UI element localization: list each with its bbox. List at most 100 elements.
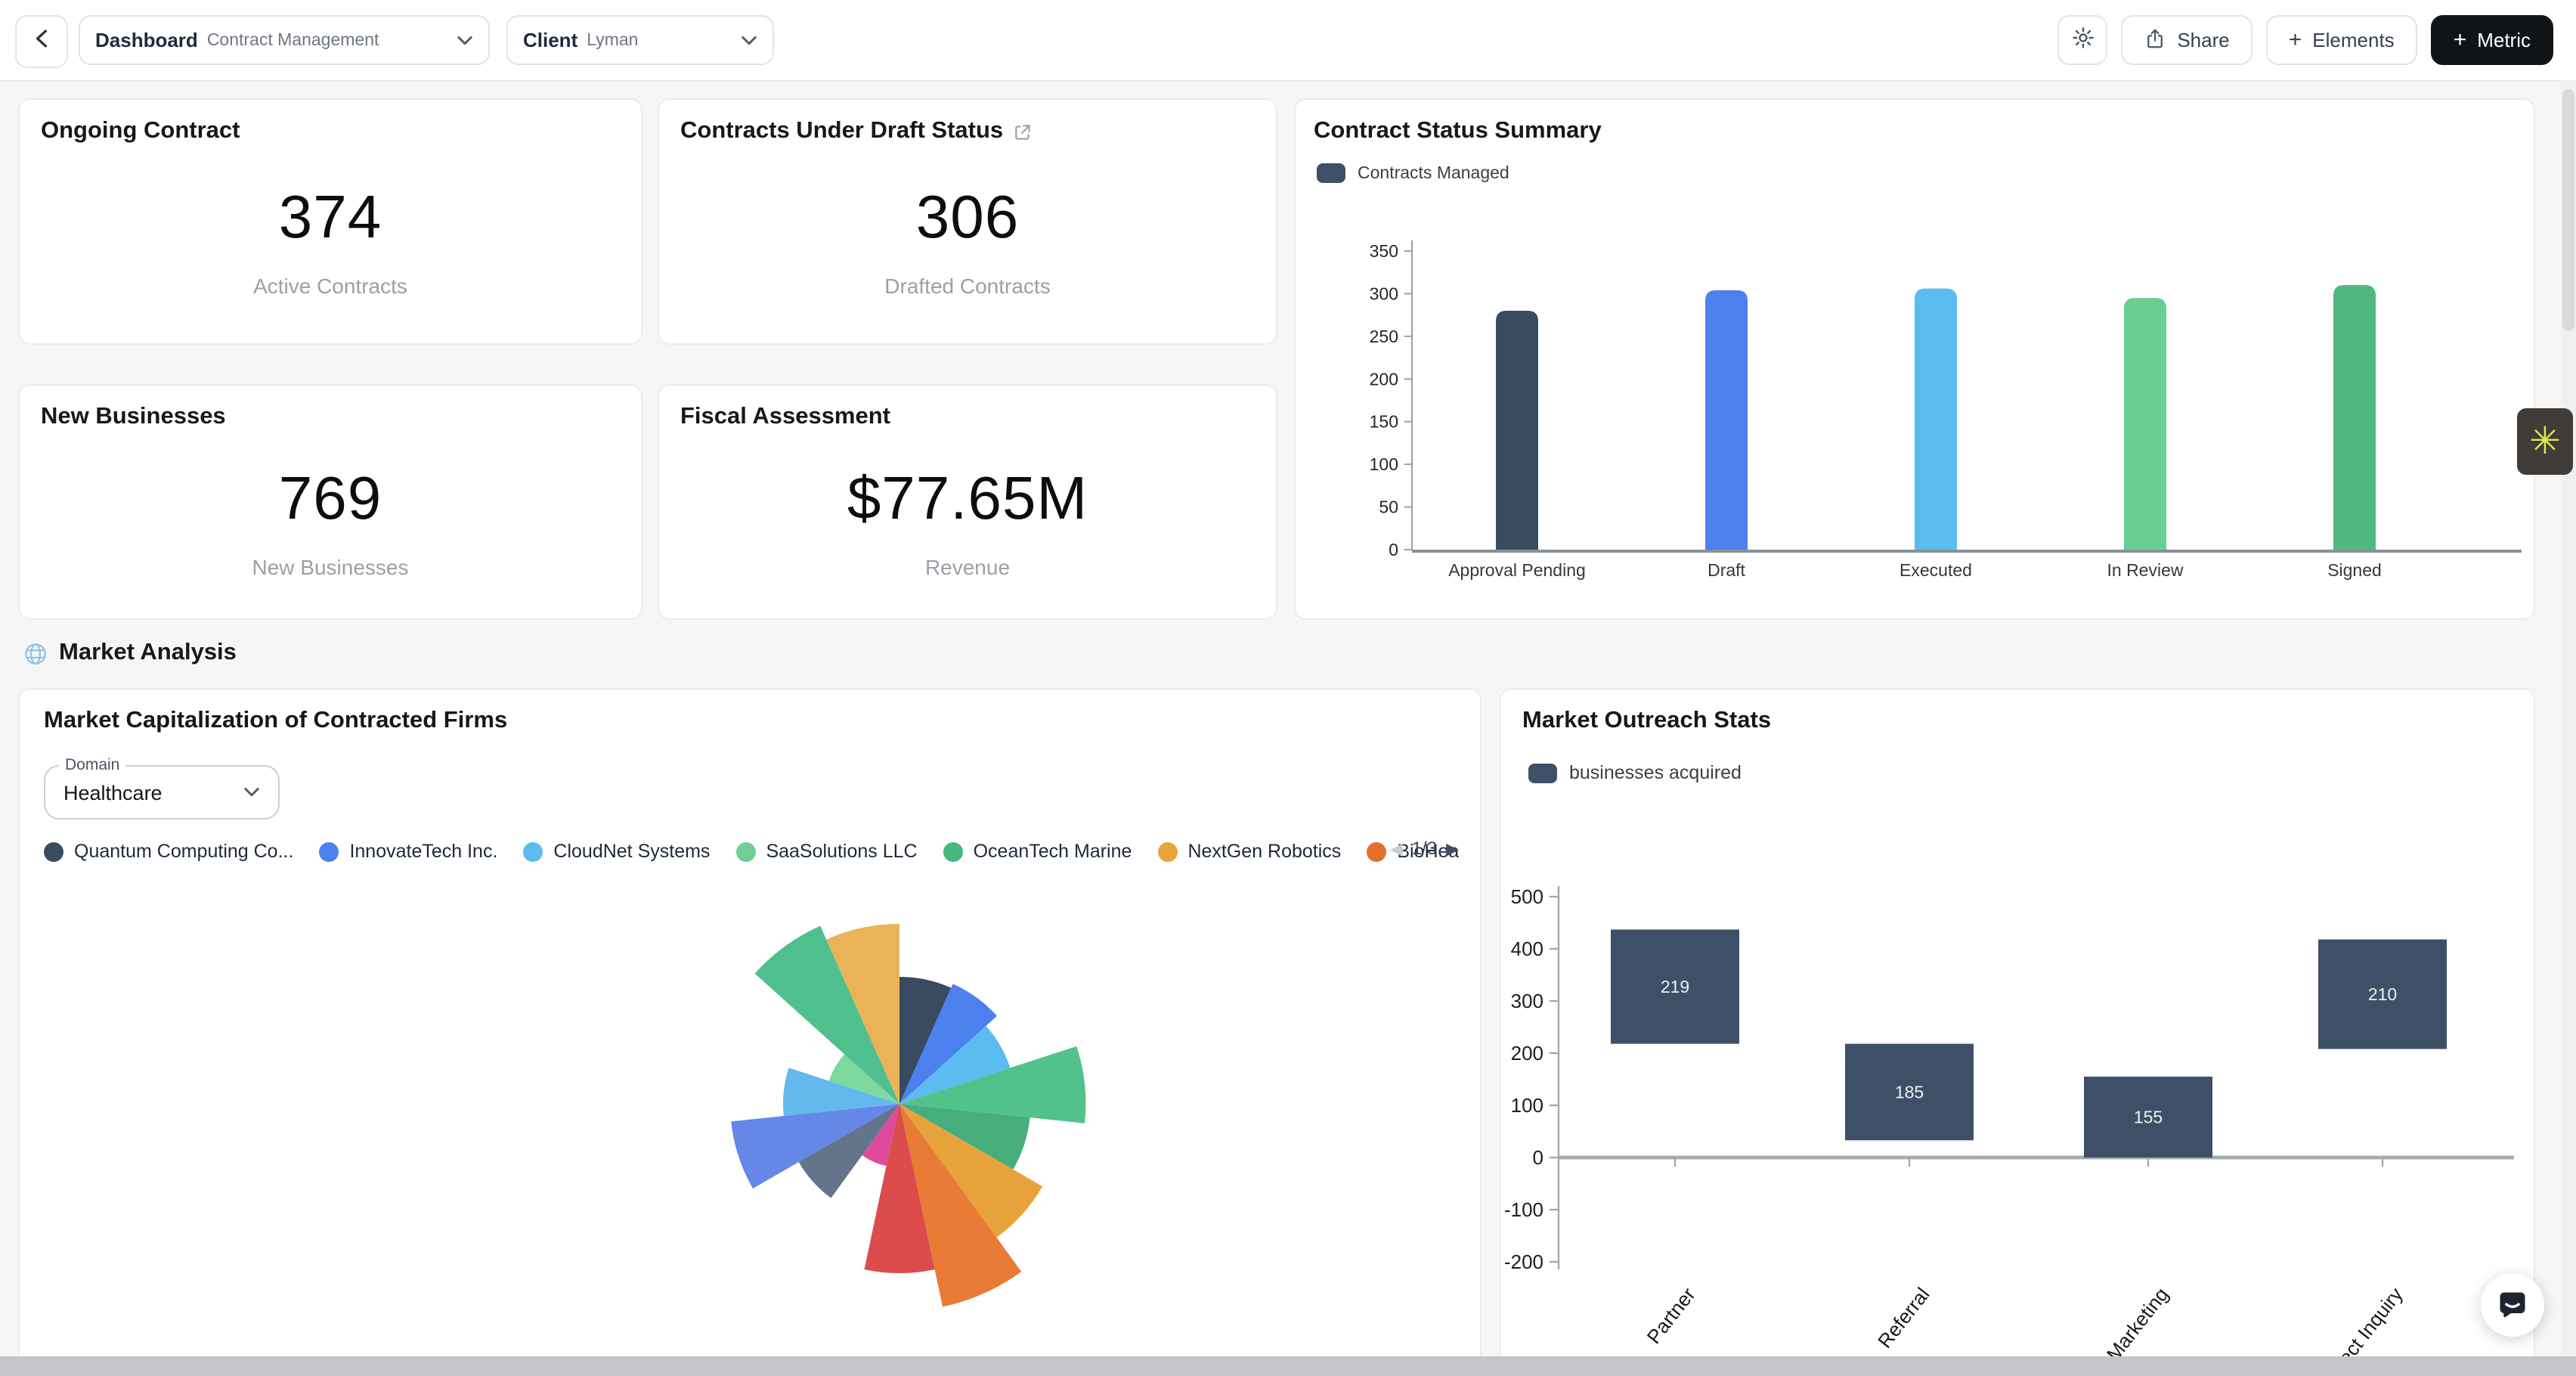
chart-legend[interactable]: businesses acquired: [1528, 762, 1742, 783]
card-market-capitalization: Market Capitalization of Contracted Firm…: [18, 688, 1482, 1376]
section-market-analysis: Market Analysis: [23, 640, 237, 667]
legend-dot-icon: [319, 841, 339, 861]
floating-widget-button[interactable]: ✳: [2517, 408, 2573, 475]
svg-text:100: 100: [1370, 454, 1398, 474]
chevron-down-icon: [457, 34, 473, 46]
chart-title: Contract Status Summary: [1296, 100, 2534, 145]
vertical-scrollbar[interactable]: [2561, 80, 2576, 1356]
asterisk-icon: ✳: [2529, 423, 2561, 460]
legend-item[interactable]: OceanTech Marine: [943, 841, 1132, 862]
legend-label: NextGen Robotics: [1187, 841, 1341, 862]
svg-text:250: 250: [1370, 327, 1398, 346]
card-contract-status-summary: Contract Status Summary Contracts Manage…: [1294, 98, 2535, 620]
chat-launcher-button[interactable]: [2481, 1273, 2544, 1337]
svg-text:200: 200: [1511, 1042, 1543, 1065]
legend-item[interactable]: Quantum Computing Co...: [44, 841, 293, 862]
elements-button[interactable]: + Elements: [2266, 15, 2417, 65]
legend-label: InnovateTech Inc.: [349, 841, 497, 862]
legend-label: businesses acquired: [1569, 762, 1742, 783]
legend-label: OceanTech Marine: [974, 841, 1132, 862]
client-select[interactable]: Client Lyman: [506, 15, 774, 65]
card-title: Contracts Under Draft Status: [680, 118, 1003, 145]
legend-page-indicator: 1/3: [1412, 838, 1437, 859]
svg-text:219: 219: [1661, 977, 1689, 996]
legend-label: SaaSolutions LLC: [766, 841, 917, 862]
metric-value: 374: [279, 184, 382, 253]
svg-text:Referral: Referral: [1873, 1283, 1934, 1352]
domain-select-value: Healthcare: [63, 781, 163, 804]
chevron-down-icon: [243, 786, 260, 798]
card-title: Fiscal Assessment: [659, 386, 1276, 431]
top-bar-actions: Share + Elements + Metric: [2057, 15, 2553, 65]
chevron-down-icon: [741, 34, 757, 46]
external-link-icon[interactable]: [1012, 122, 1032, 141]
chart-title: Market Capitalization of Contracted Firm…: [20, 690, 1480, 735]
share-button[interactable]: Share: [2121, 15, 2252, 65]
chart-legend[interactable]: Contracts Managed: [1317, 163, 1509, 183]
metric-value: 769: [279, 465, 382, 533]
legend-dot-icon: [1367, 841, 1386, 861]
svg-text:Executed: Executed: [1899, 560, 1972, 580]
legend-item[interactable]: CloudNet Systems: [523, 841, 710, 862]
svg-text:Draft: Draft: [1708, 560, 1745, 580]
legend-dot-icon: [523, 841, 543, 861]
legend-dot-icon: [943, 841, 963, 861]
svg-text:Approval Pending: Approval Pending: [1448, 560, 1586, 580]
add-metric-button[interactable]: + Metric: [2431, 15, 2553, 65]
card-title: Ongoing Contract: [20, 100, 641, 145]
legend-dot-icon: [1157, 841, 1177, 861]
svg-text:500: 500: [1511, 885, 1543, 908]
card-market-outreach: Market Outreach Stats businesses acquire…: [1500, 688, 2535, 1376]
legend-chip: [1317, 163, 1345, 183]
back-button[interactable]: [15, 15, 68, 68]
bar-in-review: [2124, 298, 2166, 550]
legend-pagination: ◀ 1/3 ▶: [1390, 838, 1459, 859]
legend-item[interactable]: SaaSolutions LLC: [735, 841, 917, 862]
section-title: Market Analysis: [59, 640, 237, 667]
legend-next-icon[interactable]: ▶: [1446, 838, 1459, 858]
card-title: New Businesses: [20, 386, 641, 431]
card-contracts-under-draft: Contracts Under Draft Status 306 Drafted…: [658, 98, 1277, 345]
client-select-value: Lyman: [587, 31, 638, 49]
contract-status-bar-chart: 050100150200250300350Approval PendingDra…: [1296, 228, 2537, 621]
svg-text:300: 300: [1511, 990, 1543, 1012]
svg-text:200: 200: [1370, 369, 1398, 389]
top-bar: Dashboard Contract Management Client Lym…: [0, 0, 2576, 82]
chart-title: Market Outreach Stats: [1501, 690, 2534, 735]
svg-text:150: 150: [1370, 412, 1398, 432]
legend-label: CloudNet Systems: [553, 841, 710, 862]
dashboard-select-value: Contract Management: [207, 31, 379, 49]
svg-text:-100: -100: [1504, 1198, 1543, 1221]
share-button-label: Share: [2177, 29, 2229, 51]
horizontal-scrollbar[interactable]: [0, 1356, 2576, 1376]
metric-subtitle: Revenue: [925, 554, 1010, 578]
legend-chip: [1528, 763, 1557, 783]
settings-button[interactable]: [2057, 15, 2107, 65]
metric-subtitle: New Businesses: [252, 554, 409, 578]
domain-select-label: Domain: [59, 756, 125, 774]
svg-text:In Review: In Review: [2107, 560, 2184, 580]
legend-item[interactable]: InnovateTech Inc.: [319, 841, 497, 862]
svg-text:0: 0: [1533, 1146, 1543, 1169]
metric-subtitle: Drafted Contracts: [884, 274, 1050, 298]
dashboard-select[interactable]: Dashboard Contract Management: [79, 15, 490, 65]
dashboard-select-label: Dashboard: [95, 29, 198, 51]
chevron-left-icon: [35, 28, 48, 55]
svg-text:Signed: Signed: [2327, 560, 2382, 580]
scrollbar-thumb[interactable]: [2562, 89, 2574, 331]
legend-label: Contracts Managed: [1358, 164, 1509, 182]
legend-dot-icon: [735, 841, 755, 861]
domain-select[interactable]: Domain Healthcare: [44, 765, 280, 820]
svg-text:50: 50: [1379, 497, 1398, 517]
svg-text:0: 0: [1389, 540, 1398, 559]
metric-value: $77.65M: [847, 465, 1088, 533]
svg-text:185: 185: [1895, 1082, 1924, 1102]
legend-item[interactable]: NextGen Robotics: [1157, 841, 1341, 862]
legend-label: Quantum Computing Co...: [74, 841, 293, 862]
legend-prev-icon[interactable]: ◀: [1390, 838, 1403, 858]
chat-bubble-icon: [2496, 1288, 2529, 1322]
metric-subtitle: Active Contracts: [253, 274, 407, 298]
svg-text:155: 155: [2134, 1108, 2163, 1127]
svg-text:300: 300: [1370, 284, 1398, 303]
share-icon: [2144, 26, 2166, 54]
